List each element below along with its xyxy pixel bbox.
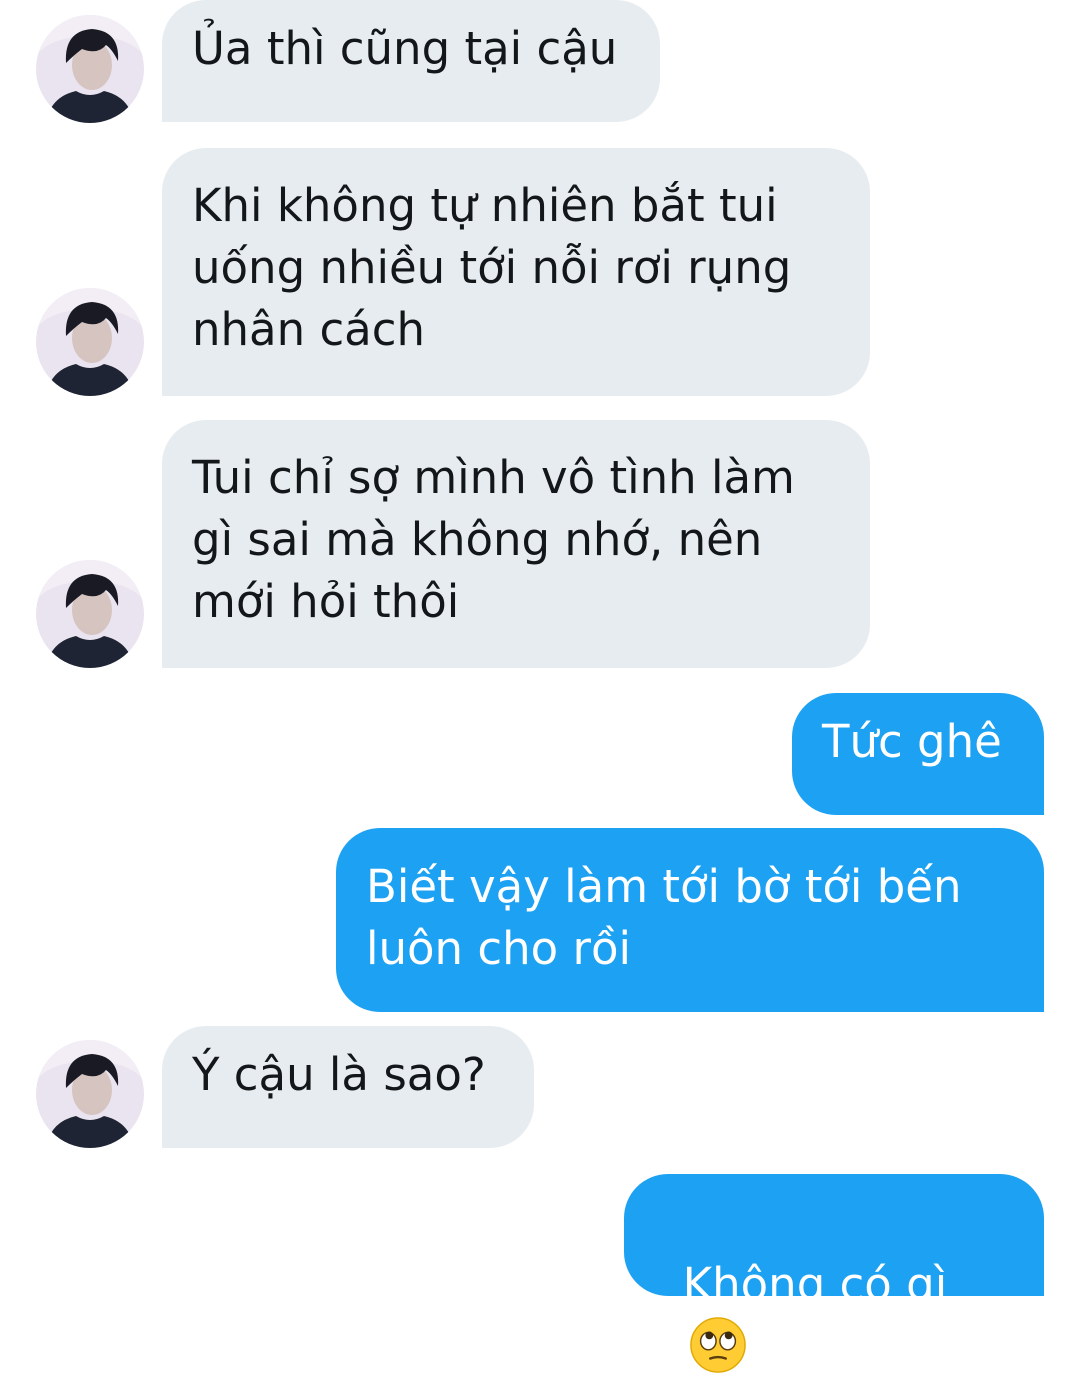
message-bubble-incoming[interactable]: Ý cậu là sao?: [162, 1026, 534, 1148]
face-with-rolling-eyes-icon: [689, 1317, 746, 1373]
contact-avatar[interactable]: [36, 560, 144, 668]
avatar-image: [36, 1040, 144, 1148]
message-text: Không có gì: [682, 1258, 948, 1311]
message-bubble-incoming[interactable]: Ủa thì cũng tại cậu: [162, 0, 660, 122]
avatar-image: [36, 560, 144, 668]
avatar-image: [36, 288, 144, 396]
contact-avatar[interactable]: [36, 1040, 144, 1148]
message-bubble-incoming[interactable]: Khi không tự nhiên bắt tui uống nhiều tớ…: [162, 148, 870, 396]
message-bubble-outgoing[interactable]: Biết vậy làm tới bờ tới bến luôn cho rồi: [336, 828, 1044, 1012]
contact-avatar[interactable]: [36, 288, 144, 396]
message-bubble-incoming[interactable]: Tui chỉ sợ mình vô tình làm gì sai mà kh…: [162, 420, 870, 668]
message-bubble-outgoing[interactable]: Không có gì: [624, 1174, 1044, 1373]
message-bubble-outgoing[interactable]: Tức ghê: [792, 693, 1044, 815]
contact-avatar[interactable]: [36, 15, 144, 123]
avatar-image: [36, 15, 144, 123]
